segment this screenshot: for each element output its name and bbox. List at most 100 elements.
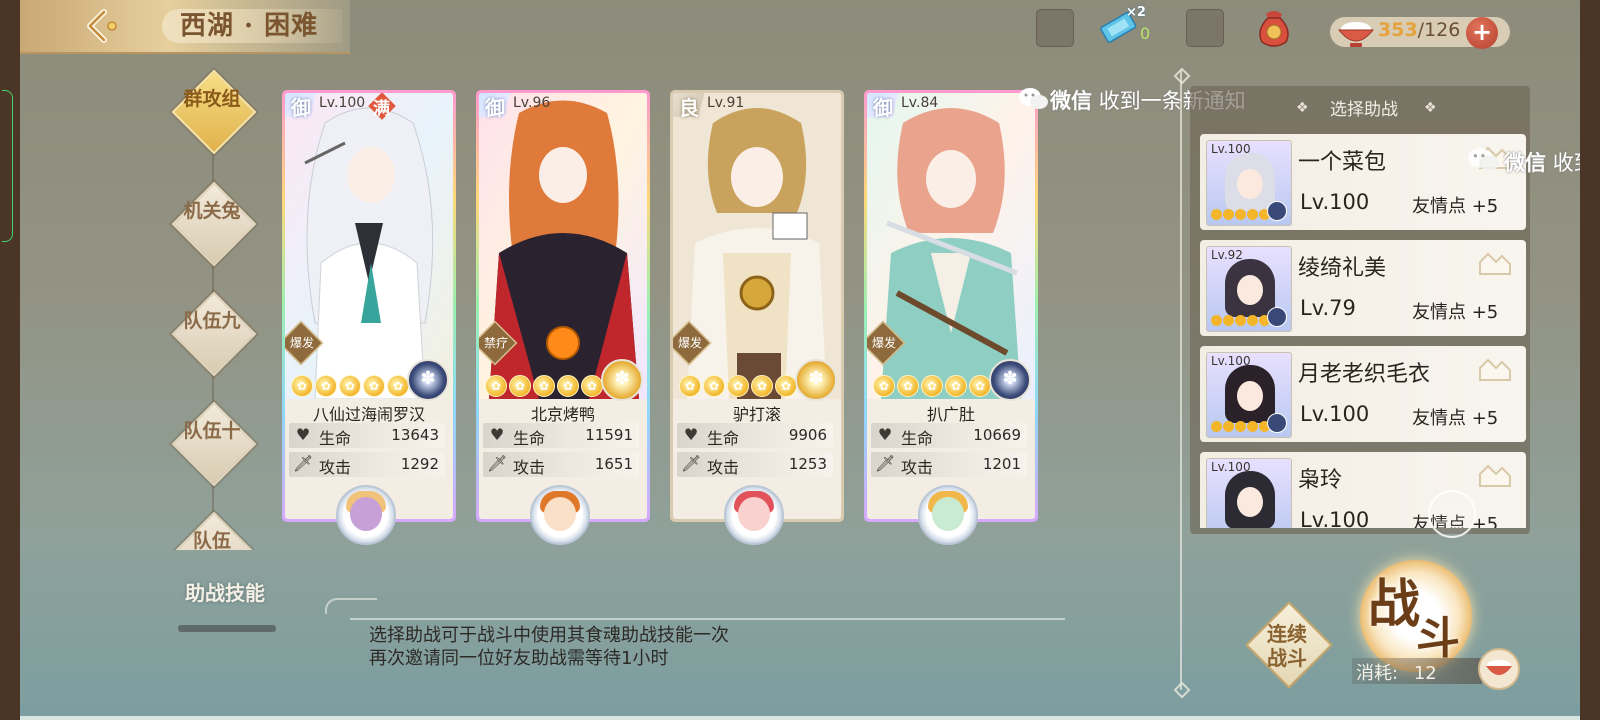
atk-value: 1651: [594, 455, 633, 473]
hp-value: 11591: [585, 426, 633, 444]
card-level: Lv.96: [513, 95, 551, 111]
diamond-ornament-icon: ❖: [1296, 100, 1309, 116]
wechat-icon: [1467, 148, 1500, 171]
star-icon: ✿: [581, 375, 603, 397]
team-tab-2[interactable]: [171, 181, 257, 267]
helper-avatar-level: Lv.92: [1211, 248, 1243, 262]
star-icon: ✿: [873, 375, 895, 397]
atk-label: 攻击: [513, 458, 546, 477]
team-tab-1-label: 群攻组: [183, 88, 241, 110]
star-icon: ✿: [727, 375, 749, 397]
star-icon: ✿: [339, 375, 361, 397]
helper-avatar: Lv.100: [1206, 458, 1292, 528]
element-orb-icon: ✽: [407, 359, 449, 401]
divider-ornament: [325, 598, 377, 614]
divider-line: [350, 618, 1065, 620]
empty-item-slot[interactable]: [1036, 9, 1074, 47]
wechat-notification-2[interactable]: 微信 收到: [1504, 147, 1580, 177]
helper-row[interactable]: Lv.92 绫绮礼美 Lv.79 友情点 +5: [1200, 240, 1526, 336]
helper-name: 枭玲: [1298, 468, 1343, 493]
star-icon: ✿: [751, 375, 773, 397]
invite-helper-icon[interactable]: [1476, 460, 1514, 490]
friendship-points: 友情点 +5: [1412, 408, 1499, 429]
back-arrow-icon: [87, 9, 117, 43]
star-icon: ✿: [969, 375, 991, 397]
team-tab-3[interactable]: [171, 291, 257, 377]
star-icon: ✿: [921, 375, 943, 397]
cost-text: 消耗: 12: [1356, 659, 1437, 685]
lucky-pouch-icon[interactable]: [1254, 6, 1294, 50]
screen-edge-right: [1580, 0, 1600, 720]
heart-icon: ♥: [683, 425, 699, 444]
hp-stat-row: ♥ 生命 9906: [677, 423, 833, 448]
character-name: 八仙过海闹罗汉: [312, 405, 425, 424]
atk-stat-row: 🗡 攻击 1253: [677, 452, 833, 477]
helper-avatar-level: Lv.100: [1211, 142, 1251, 156]
star-icon: ✿: [315, 375, 337, 397]
star-icon: ✿: [557, 375, 579, 397]
atk-stat-row: 🗡 攻击 1651: [483, 452, 639, 477]
hp-label: 生命: [513, 429, 546, 448]
helper-avatar: Lv.100: [1206, 140, 1292, 226]
assist-skill-underline: [178, 625, 276, 632]
skill-avatar-icon[interactable]: [918, 485, 978, 545]
character-card[interactable]: 良 Lv.91 爆发 ✿ ✿ ✿ ✿ ✿ ✽ 驴打滚 ♥ 生命 9906 🗡 攻击 12…: [670, 90, 844, 522]
skill-avatar-icon[interactable]: [724, 485, 784, 545]
helper-row[interactable]: Lv.100 枭玲 Lv.100 友情点 +5: [1200, 452, 1526, 528]
team-tab-5-clip: 队伍: [170, 510, 260, 550]
helper-list[interactable]: Lv.100 一个菜包 Lv.100 友情点 +5 Lv.92 绫绮礼美 Lv.…: [1200, 134, 1526, 528]
sword-icon: 🗡: [875, 454, 896, 473]
grade-text: 良: [679, 96, 699, 120]
assist-desc-line-2: 再次邀请同一位好友助战需等待1小时: [369, 648, 669, 669]
ticket-count: 0: [1140, 24, 1151, 43]
character-card[interactable]: 御 Lv.96 禁疗 ✿ ✿ ✿ ✿ ✿ ✽ 北京烤鸭 ♥ 生命 11591 🗡 攻击 …: [476, 90, 650, 522]
atk-stat-row: 🗡 攻击 1292: [289, 452, 445, 477]
character-card[interactable]: 御 Lv.100 满 爆发 ✿ ✿ ✿ ✿ ✿ ✽ 八仙过海闹罗汉 ♥ 生命 13643…: [282, 90, 456, 522]
cost-label: 消耗:: [1356, 663, 1399, 684]
star-icon: ✿: [363, 375, 385, 397]
separator-cap: [1173, 67, 1191, 85]
fight-label-char-1: 战: [1368, 574, 1421, 635]
atk-label: 攻击: [707, 458, 740, 477]
star-icon: ✿: [387, 375, 409, 397]
team-tab-4[interactable]: [171, 401, 257, 487]
hp-value: 10669: [973, 426, 1021, 444]
star-rating: ✿ ✿ ✿ ✿ ✿: [485, 375, 603, 397]
add-stamina-button[interactable]: +: [1466, 17, 1498, 49]
helper-avatar: Lv.100: [1206, 352, 1292, 438]
helper-name: 一个菜包: [1298, 150, 1387, 175]
invite-helper-icon[interactable]: [1476, 354, 1514, 384]
type-tag-text: 禁疗: [483, 336, 508, 350]
grade-text: 御: [485, 96, 505, 120]
sword-icon: 🗡: [293, 454, 314, 473]
empty-item-slot[interactable]: [1186, 9, 1224, 47]
helper-level: Lv.100: [1300, 402, 1370, 426]
grade-text: 御: [291, 96, 311, 120]
helper-row[interactable]: Lv.100 月老老织毛衣 Lv.100 友情点 +5: [1200, 346, 1526, 442]
character-card[interactable]: 御 Lv.84 爆发 ✿ ✿ ✿ ✿ ✿ ✽ 扒广肚 ♥ 生命 10669 🗡 攻击 1…: [864, 90, 1038, 522]
heart-icon: ♥: [877, 425, 893, 444]
notification-app-2: 微信: [1504, 151, 1546, 175]
skill-avatar-icon[interactable]: [336, 485, 396, 545]
star-rating: ✿ ✿ ✿ ✿ ✿: [679, 375, 797, 397]
team-tab-1[interactable]: [171, 69, 257, 155]
stamina-max: 126: [1424, 19, 1461, 41]
card-level: Lv.91: [707, 95, 745, 111]
star-rating: ✿ ✿ ✿ ✿ ✿: [291, 375, 409, 397]
type-tag-text: 爆发: [289, 336, 314, 350]
invite-helper-icon[interactable]: [1476, 248, 1514, 278]
hp-label: 生命: [319, 429, 352, 448]
game-screen: 西湖 · 困难 ×2 0 353/126 + 群攻组 机关兔 队伍九 队伍十 队…: [20, 0, 1580, 716]
assist-desc-line-1: 选择助战可于战斗中使用其食魂助战技能一次: [369, 625, 729, 646]
hp-label: 生命: [901, 429, 934, 448]
team-tab-3-label: 队伍九: [183, 310, 241, 332]
back-button[interactable]: [80, 6, 124, 46]
fight-label-char-2: 斗: [1416, 613, 1460, 664]
star-icon: ✿: [945, 375, 967, 397]
helper-level: Lv.100: [1300, 190, 1370, 214]
notification-message-2: 收到: [1552, 151, 1580, 175]
touch-indicator: [1428, 490, 1476, 538]
rice-bowl-icon: [1478, 648, 1520, 690]
skill-avatar-icon[interactable]: [530, 485, 590, 545]
star-icon: ✿: [897, 375, 919, 397]
